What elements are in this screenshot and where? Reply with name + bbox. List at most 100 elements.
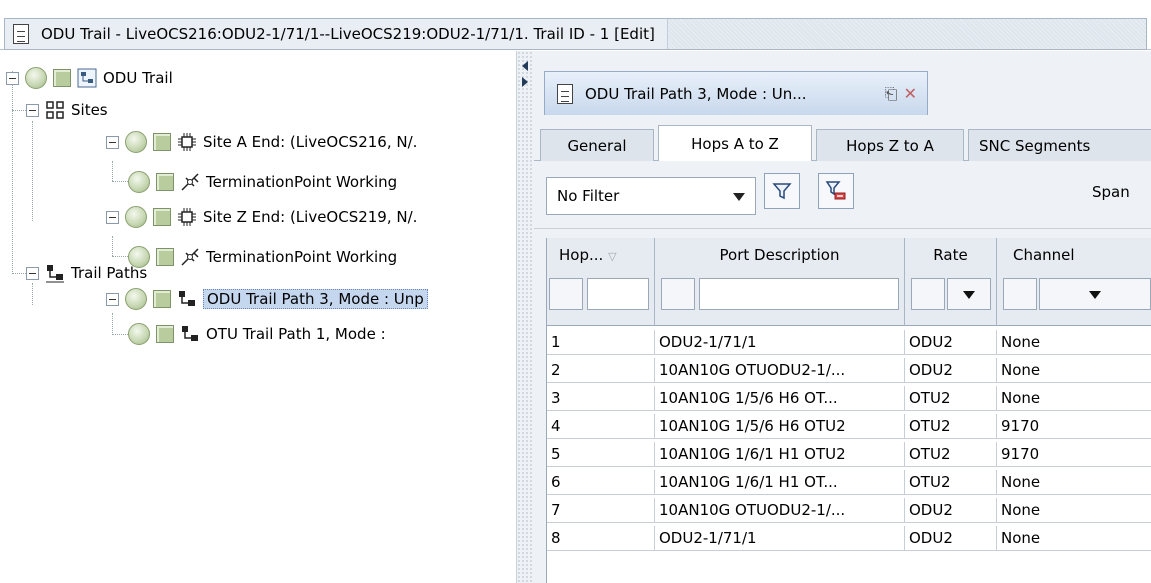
filter-operator-box[interactable] <box>661 278 695 310</box>
window-title-tab[interactable]: ODU Trail - LiveOCS216:ODU2-1/71/1--Live… <box>5 19 668 49</box>
span-label: Span <box>1092 183 1130 201</box>
tree-item-label: Trail Paths <box>71 264 148 282</box>
tree-item-label: Sites <box>71 101 108 119</box>
tree-item-odu-trail-path[interactable]: ODU Trail Path 3, Mode : Unp <box>106 286 428 312</box>
table-cell: OTU2 <box>905 470 997 495</box>
column-header-label: Hop... <box>559 246 604 264</box>
tree-item-otu-trail-path[interactable]: OTU Trail Path 1, Mode : <box>128 321 386 347</box>
window-titlebar: ODU Trail - LiveOCS216:ODU2-1/71/1--Live… <box>0 0 1151 50</box>
window-title: ODU Trail - LiveOCS216:ODU2-1/71/1--Live… <box>41 25 655 43</box>
collapse-toggle-icon[interactable] <box>106 210 119 224</box>
table-row[interactable]: 5 10AN10G 1/6/1 H1 OTU2 OTU2 9170 <box>547 442 1151 467</box>
column-header-label: Channel <box>1013 246 1075 264</box>
tree-item-odu-trail[interactable]: ODU Trail <box>6 65 173 91</box>
column-port-description[interactable]: Port Description <box>655 238 905 326</box>
table-cell: 7 <box>547 498 655 523</box>
tree-item-sites[interactable]: Sites <box>26 97 108 123</box>
table-cell: ODU2-1/71/1 <box>655 526 905 551</box>
table-cell: ODU2 <box>905 358 997 383</box>
table-row[interactable]: 3 10AN10G 1/5/6 H6 OT... OTU2 None <box>547 386 1151 411</box>
close-icon[interactable]: ✕ <box>904 84 917 103</box>
split-pane-divider[interactable] <box>516 51 534 583</box>
trail-paths-icon <box>46 265 64 283</box>
table-row[interactable]: 8 ODU2-1/71/1 ODU2 None <box>547 526 1151 551</box>
collapse-toggle-icon[interactable] <box>26 103 39 117</box>
hop-filter-input[interactable] <box>587 278 649 310</box>
port-description-filter-input[interactable] <box>699 278 899 310</box>
filter-operator-box[interactable] <box>911 278 945 310</box>
trail-path-icon <box>182 326 198 341</box>
status-circle-icon <box>125 288 147 310</box>
chevron-down-icon <box>733 193 745 201</box>
tree-item-label: ODU Trail Path 3, Mode : Unp <box>203 289 428 309</box>
subtab-strip: General Hops A to Z Hops Z to A SNC Segm… <box>534 125 1151 162</box>
column-channel[interactable]: Channel <box>997 238 1151 326</box>
chevron-down-icon <box>963 291 975 299</box>
tab-general[interactable]: General <box>540 129 654 161</box>
column-rate[interactable]: Rate <box>905 238 997 326</box>
table-cell: 9170 <box>1001 417 1040 435</box>
document-tab-title: ODU Trail Path 3, Mode : Un... <box>585 84 807 103</box>
collapse-toggle-icon[interactable] <box>106 135 119 149</box>
tree-item-site-a[interactable]: Site A End: (LiveOCS216, N/. <box>106 129 417 155</box>
table-row[interactable]: 7 10AN10G OTUODU2-1/... ODU2 None <box>547 498 1151 523</box>
rate-filter-dropdown[interactable] <box>947 278 991 310</box>
table-cell: None <box>1001 501 1041 519</box>
collapse-toggle-icon[interactable] <box>26 266 39 280</box>
table-cell: ODU2 <box>905 498 997 523</box>
status-square-icon <box>153 133 171 151</box>
table-row[interactable]: 1 ODU2-1/71/1 ODU2 None <box>547 330 1151 355</box>
table-cell: 10AN10G 1/6/1 H1 OT... <box>655 470 905 495</box>
table-cell: ODU2 <box>905 526 997 551</box>
sites-grid-icon <box>46 101 64 119</box>
trail-path-panel: ODU Trail Path 3, Mode : Un... ⎗ ✕ Gener… <box>534 51 1151 583</box>
collapse-left-icon[interactable] <box>522 61 528 71</box>
document-tab[interactable]: ODU Trail Path 3, Mode : Un... ⎗ ✕ <box>544 71 928 115</box>
tree-item-termination-point-z[interactable]: TerminationPoint Working <box>128 244 397 270</box>
clear-filter-icon <box>825 181 846 200</box>
tab-snc-segments[interactable]: SNC Segments <box>968 129 1151 161</box>
collapse-toggle-icon[interactable] <box>106 292 119 306</box>
table-cell: ODU2-1/71/1 <box>655 330 905 355</box>
table-row[interactable]: 6 10AN10G 1/6/1 H1 OT... OTU2 None <box>547 470 1151 495</box>
status-circle-icon <box>128 171 150 193</box>
tree-item-termination-point-a[interactable]: TerminationPoint Working <box>128 169 397 195</box>
table-cell: 9170 <box>1001 445 1040 463</box>
channel-filter-dropdown[interactable] <box>1039 278 1151 310</box>
table-row[interactable]: 4 10AN10G 1/5/6 H6 OTU2 OTU2 9170 <box>547 414 1151 439</box>
site-chip-icon <box>178 133 196 151</box>
clear-filter-button[interactable] <box>818 173 854 209</box>
collapse-toggle-icon[interactable] <box>6 71 19 85</box>
filter-dropdown[interactable]: No Filter <box>546 177 756 215</box>
termination-point-icon <box>181 173 199 191</box>
tree-item-trail-paths[interactable]: Trail Paths <box>26 260 147 286</box>
chevron-down-icon <box>1089 291 1101 299</box>
tab-hops-a-to-z[interactable]: Hops A to Z <box>658 125 812 162</box>
table-cell: None <box>1001 473 1041 491</box>
table-cell: 3 <box>547 386 655 411</box>
filter-dropdown-value: No Filter <box>557 187 620 205</box>
tree-item-label: Site A End: (LiveOCS216, N/. <box>203 133 418 151</box>
undock-icon[interactable]: ⎗ <box>885 84 898 104</box>
document-icon <box>557 83 573 104</box>
table-cell: 5 <box>547 442 655 467</box>
hops-table: Hop... ▽ Port Description Rate Channel 1… <box>546 238 1151 583</box>
filter-funnel-icon <box>772 183 792 200</box>
table-cell: 6 <box>547 470 655 495</box>
status-circle-icon <box>128 323 150 345</box>
status-circle-icon <box>25 67 47 89</box>
table-cell: OTU2 <box>905 442 997 467</box>
filter-operator-box[interactable] <box>549 278 583 310</box>
trail-node-icon <box>77 68 97 88</box>
title-strip: ODU Trail - LiveOCS216:ODU2-1/71/1--Live… <box>4 18 1147 50</box>
table-row[interactable]: 2 10AN10G OTUODU2-1/... ODU2 None <box>547 358 1151 383</box>
tab-hops-z-to-a[interactable]: Hops Z to A <box>816 129 964 161</box>
status-circle-icon <box>125 206 147 228</box>
tree-item-site-z[interactable]: Site Z End: (LiveOCS219, N/. <box>106 204 417 230</box>
sort-icon[interactable]: ▽ <box>608 250 616 263</box>
tree-item-label: Site Z End: (LiveOCS219, N/. <box>203 208 418 226</box>
filter-operator-box[interactable] <box>1003 278 1037 310</box>
filter-button[interactable] <box>764 173 800 209</box>
column-hop[interactable]: Hop... ▽ <box>547 238 655 326</box>
expand-right-icon[interactable] <box>522 77 528 87</box>
